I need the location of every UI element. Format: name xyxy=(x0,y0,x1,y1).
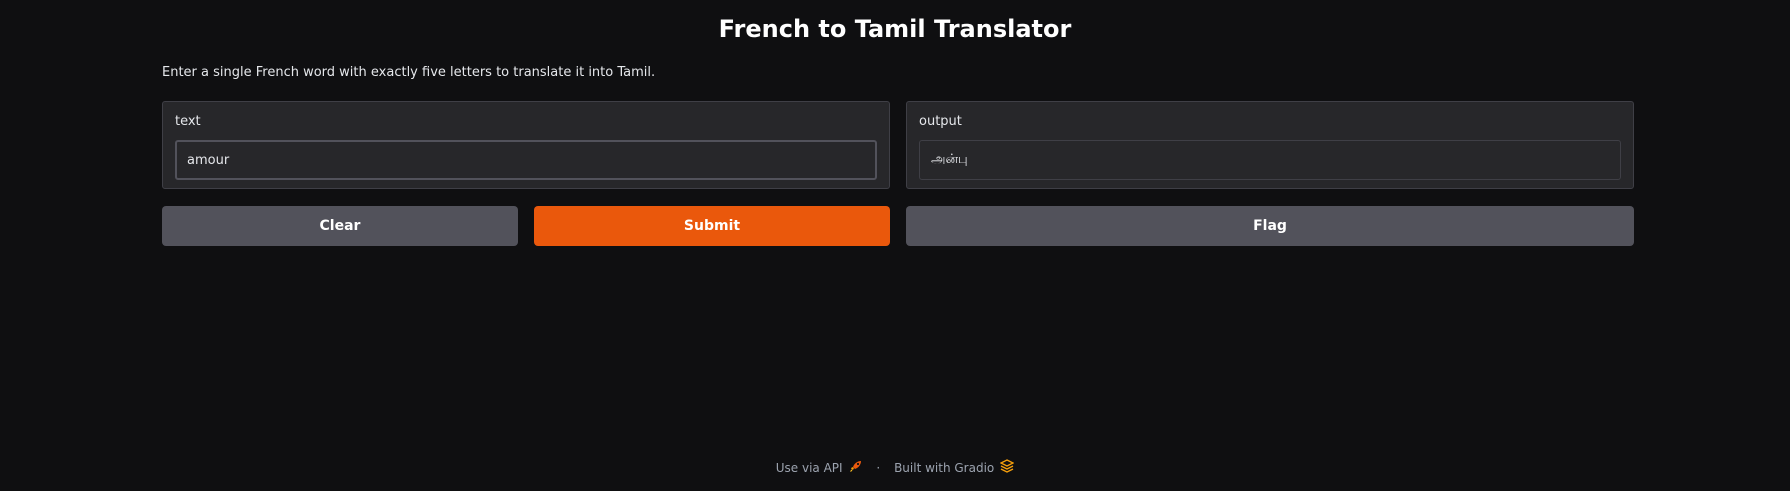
page-description: Enter a single French word with exactly … xyxy=(162,65,656,80)
footer: Use via API · Built with Gradio xyxy=(0,459,1790,478)
footer-separator: · xyxy=(876,461,881,475)
gradio-logo-icon xyxy=(999,459,1015,478)
input-label: text xyxy=(175,114,201,129)
page-title: French to Tamil Translator xyxy=(718,15,1072,43)
use-via-api-link[interactable]: Use via API xyxy=(776,461,863,475)
built-with-gradio-link[interactable]: Built with Gradio xyxy=(894,459,1015,478)
use-via-api-label: Use via API xyxy=(775,461,843,475)
submit-button[interactable]: Submit xyxy=(534,206,890,246)
text-input[interactable] xyxy=(175,140,877,180)
built-with-gradio-label: Built with Gradio xyxy=(894,461,995,475)
output-field[interactable]: அன்பு xyxy=(919,140,1621,180)
input-panel: text xyxy=(162,101,890,189)
rocket-icon xyxy=(849,459,863,478)
output-label: output xyxy=(919,114,962,129)
clear-button[interactable]: Clear xyxy=(162,206,518,246)
output-panel: output அன்பு xyxy=(906,101,1634,189)
app-container: French to Tamil Translator Enter a singl… xyxy=(0,0,1790,491)
flag-button[interactable]: Flag xyxy=(906,206,1634,246)
